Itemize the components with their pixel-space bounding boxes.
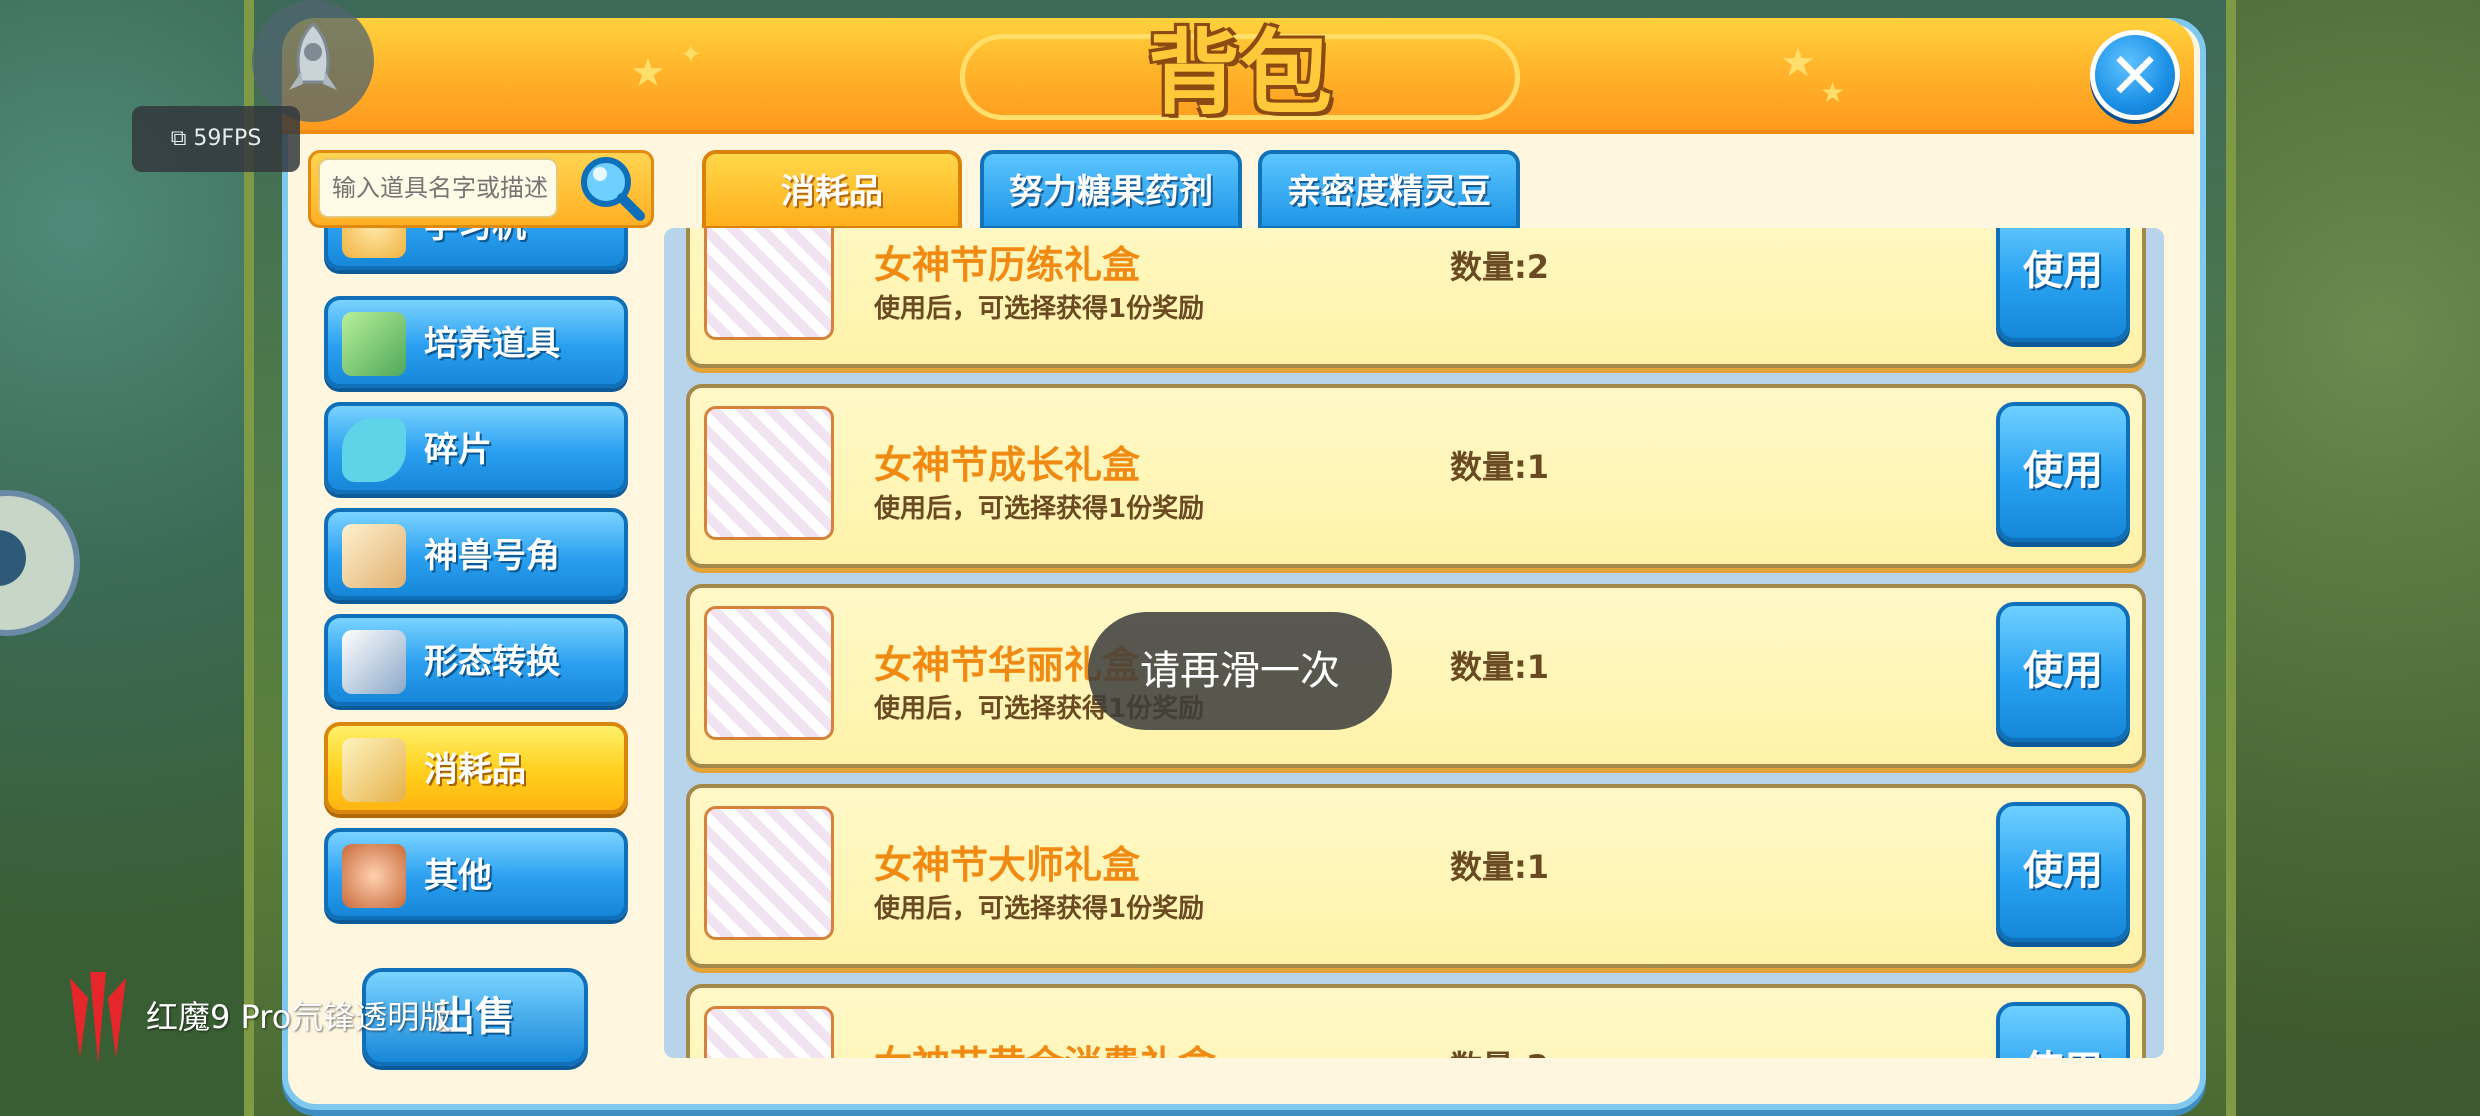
fps-counter: ⧉ 59FPS	[132, 106, 300, 172]
use-button[interactable]: 使用	[1996, 802, 2130, 942]
red-magic-logo-icon	[70, 972, 126, 1064]
category-sidebar: 学习机 培养道具 碎片 神兽号角 形态转换 消耗品 其他	[300, 228, 650, 928]
sidebar-item-label: 培养道具	[424, 324, 560, 364]
gift-box-icon	[704, 1006, 834, 1058]
use-button[interactable]: 使用	[1996, 602, 2130, 742]
disc-icon	[342, 228, 406, 258]
dart-icon	[342, 630, 406, 694]
search-input[interactable]	[318, 158, 558, 218]
item-name: 女神节成长礼盒	[874, 443, 1141, 487]
sidebar-item-learning-machine[interactable]: 学习机	[324, 228, 628, 270]
toast-message: 请再滑一次	[1088, 612, 1392, 730]
tab-label: 消耗品	[781, 172, 883, 212]
page-title: 背包	[1147, 20, 1332, 127]
close-button[interactable]: ✕	[2090, 30, 2180, 120]
item-quantity: 数量:1	[1450, 648, 1550, 686]
background-right	[2230, 0, 2480, 1116]
puzzle-icon	[342, 418, 406, 482]
list-item: 女神节大师礼盒 使用后，可选择获得1份奖励 数量:1 使用	[686, 784, 2146, 968]
list-item: 女神节历练礼盒 使用后，可选择获得1份奖励 数量:2 使用	[686, 228, 2146, 368]
search-icon[interactable]	[576, 152, 648, 224]
sidebar-item-label: 学习机	[424, 228, 526, 274]
gift-box-icon	[704, 606, 834, 740]
use-button[interactable]: 使用	[1996, 228, 2130, 342]
use-button[interactable]: 使用	[1996, 402, 2130, 542]
gift-box-icon	[704, 406, 834, 540]
tab-label: 亲密度精灵豆	[1287, 172, 1491, 212]
device-watermark: 红魔9 Pro氘锋透明版	[146, 998, 452, 1036]
tab-effort-candy[interactable]: 努力糖果药剂	[980, 150, 1242, 230]
frame-bar-right	[2226, 0, 2236, 1116]
sidebar-item-label: 其他	[424, 856, 492, 896]
sidebar-item-fragments[interactable]: 碎片	[324, 402, 628, 494]
item-name: 女神节黄金消费礼盒	[874, 1034, 1216, 1058]
gift-box-icon	[704, 228, 834, 340]
item-list: 女神节历练礼盒 使用后，可选择获得1份奖励 数量:2 使用 女神节成长礼盒 使用…	[664, 228, 2164, 1058]
item-quantity: 数量:1	[1450, 448, 1550, 486]
sidebar-item-form-change[interactable]: 形态转换	[324, 614, 628, 706]
item-description: 使用后，可选择获得1份奖励	[874, 494, 1205, 524]
gift-box-icon	[704, 806, 834, 940]
item-quantity: 数量:2	[1450, 248, 1550, 286]
sidebar-item-label: 碎片	[424, 430, 492, 470]
star-icon: ★	[1780, 40, 1816, 86]
sidebar-item-label: 形态转换	[424, 642, 560, 682]
horn-icon	[342, 524, 406, 588]
list-item: 女神节华丽礼盒 使用后，可选择获得1份奖励 数量:1 使用	[686, 584, 2146, 768]
sidebar-item-beast-horn[interactable]: 神兽号角	[324, 508, 628, 600]
item-name: 女神节历练礼盒	[874, 243, 1141, 287]
star-icon: ★	[630, 50, 666, 96]
sidebar-item-other[interactable]: 其他	[324, 828, 628, 920]
tab-affinity-beans[interactable]: 亲密度精灵豆	[1258, 150, 1520, 230]
rocket-icon[interactable]	[252, 0, 374, 122]
star-icon: ✦	[680, 40, 702, 70]
item-quantity: 数量:2	[1450, 1042, 1549, 1058]
sidebar-item-label: 神兽号角	[424, 536, 560, 576]
use-button[interactable]: 使用	[1996, 1002, 2130, 1058]
fps-label: 59FPS	[193, 126, 262, 151]
item-description: 使用后，可选择获得1份奖励	[874, 894, 1205, 924]
tab-consumables[interactable]: 消耗品	[702, 150, 962, 230]
megaphone-icon	[342, 844, 406, 908]
star-icon: ★	[1820, 76, 1846, 109]
sidebar-item-training-items[interactable]: 培养道具	[324, 296, 628, 388]
item-name: 女神节大师礼盒	[874, 843, 1141, 887]
item-description: 使用后，可选择获得1份奖励	[874, 294, 1205, 324]
list-item: 女神节成长礼盒 使用后，可选择获得1份奖励 数量:1 使用	[686, 384, 2146, 568]
tab-label: 努力糖果药剂	[1009, 172, 1213, 212]
list-item: 女神节黄金消费礼盒 数量:2 使用	[686, 984, 2146, 1058]
sidebar-item-consumables[interactable]: 消耗品	[324, 722, 628, 814]
copy-icon: ⧉	[170, 126, 187, 151]
potion-icon	[342, 312, 406, 376]
sidebar-item-label: 消耗品	[424, 750, 526, 790]
box-icon	[342, 738, 406, 802]
item-quantity: 数量:1	[1450, 848, 1550, 886]
close-icon: ✕	[2108, 40, 2162, 114]
